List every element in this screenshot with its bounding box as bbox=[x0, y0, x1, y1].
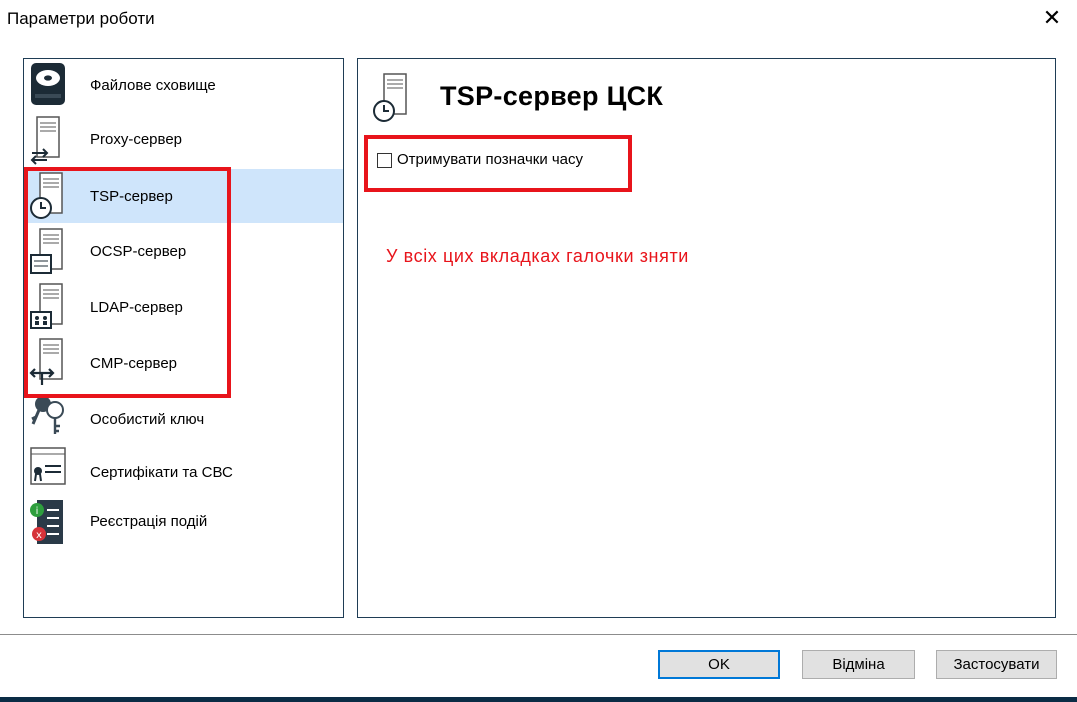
timestamp-checkbox-label[interactable]: Отримувати позначки часу bbox=[397, 151, 583, 168]
sidebar-item-label: TSP-сервер bbox=[90, 188, 173, 205]
timestamp-checkbox[interactable] bbox=[377, 153, 392, 168]
window-title: Параметри роботи bbox=[7, 9, 155, 28]
event-log-icon: i x bbox=[30, 500, 63, 544]
sidebar-item-certificates[interactable]: Сертифікати та СВС bbox=[24, 442, 343, 496]
ok-button[interactable]: OK bbox=[658, 650, 780, 679]
settings-nav-panel: Файлове сховище Proxy-сервер TSP-сервер … bbox=[23, 58, 344, 618]
sidebar-item-label: Реєстрація подій bbox=[90, 513, 208, 530]
page-title: TSP-сервер ЦСК bbox=[440, 81, 664, 111]
sidebar-item-file-storage[interactable]: Файлове сховище bbox=[24, 59, 343, 113]
sidebar-item-cmp-server[interactable]: CMP-сервер bbox=[24, 335, 343, 389]
svg-text:x: x bbox=[36, 530, 42, 541]
sidebar-item-label: Proxy-сервер bbox=[90, 131, 183, 148]
ldap-server-icon bbox=[30, 283, 63, 329]
apply-button[interactable]: Застосувати bbox=[936, 650, 1057, 679]
certificates-icon bbox=[30, 447, 66, 485]
disk-storage-icon bbox=[31, 63, 65, 105]
sidebar-item-ocsp-server[interactable]: OCSP-сервер bbox=[24, 225, 343, 279]
sidebar-item-ldap-server[interactable]: LDAP-сервер bbox=[24, 280, 343, 334]
sidebar-item-label: Сертифікати та СВС bbox=[90, 464, 233, 481]
sidebar-item-label: LDAP-сервер bbox=[90, 299, 183, 316]
private-key-icon bbox=[31, 396, 64, 434]
cancel-button[interactable]: Відміна bbox=[802, 650, 915, 679]
close-icon[interactable]: ✕ bbox=[1040, 6, 1064, 30]
divider bbox=[0, 634, 1077, 635]
sidebar-item-event-log[interactable]: i x Реєстрація подій bbox=[24, 496, 343, 550]
cmp-server-icon bbox=[29, 338, 63, 385]
sidebar-item-proxy-server[interactable]: Proxy-сервер bbox=[24, 113, 343, 167]
proxy-server-icon bbox=[30, 116, 60, 165]
window-bottom-border bbox=[0, 697, 1077, 702]
sidebar-item-label: Файлове сховище bbox=[90, 77, 216, 94]
settings-content-panel bbox=[357, 58, 1056, 618]
annotation-note: У всіх цих вкладках галочки зняти bbox=[386, 246, 689, 266]
sidebar-item-label: Особистий ключ bbox=[90, 411, 205, 428]
svg-text:i: i bbox=[36, 506, 39, 517]
tsp-server-icon bbox=[373, 73, 407, 122]
sidebar-item-label: CMP-сервер bbox=[90, 355, 177, 372]
sidebar-item-tsp-server[interactable]: TSP-сервер bbox=[24, 169, 343, 223]
tsp-server-icon bbox=[30, 172, 63, 219]
sidebar-item-label: OCSP-сервер bbox=[90, 243, 187, 260]
sidebar-item-private-key[interactable]: Особистий ключ bbox=[24, 388, 343, 442]
ocsp-server-icon bbox=[30, 228, 63, 274]
